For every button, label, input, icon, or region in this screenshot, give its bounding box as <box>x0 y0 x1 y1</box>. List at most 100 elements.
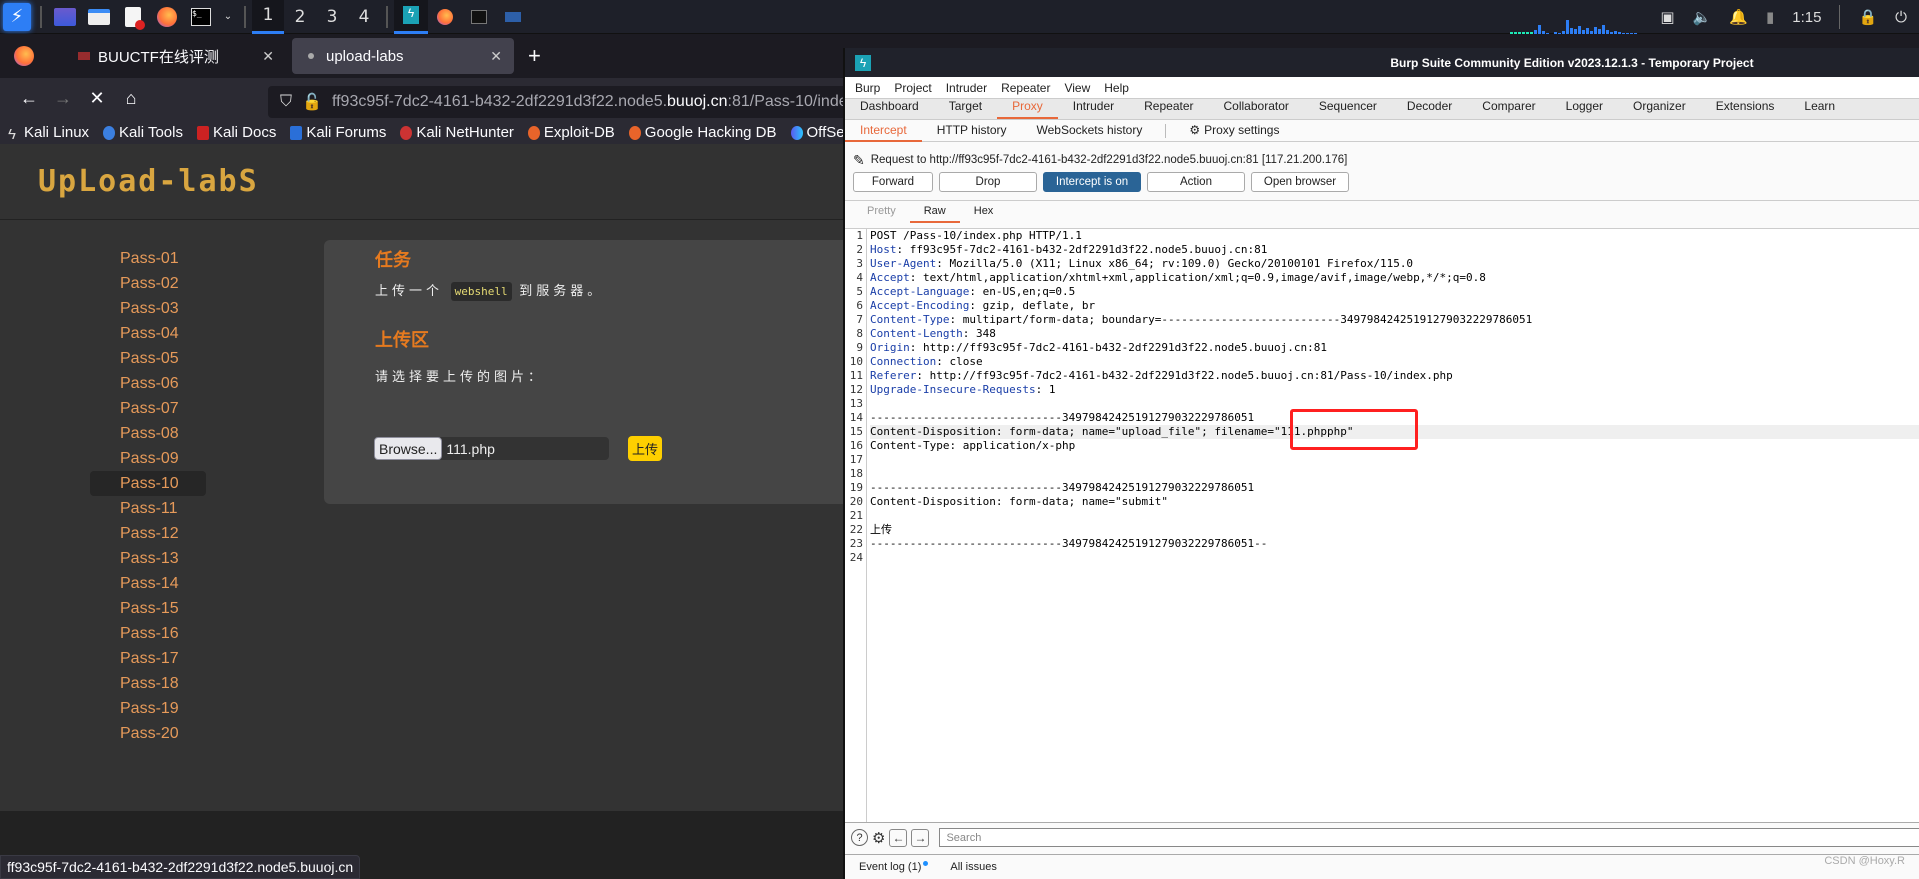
settings-gear-icon[interactable]: ⚙ <box>872 829 885 847</box>
bookmark-kali-docs[interactable]: Kali Docs <box>196 124 276 141</box>
forward-button[interactable]: Forward <box>853 172 933 192</box>
tab-repeater[interactable]: Repeater <box>1129 98 1208 119</box>
sidebar-item-pass-17[interactable]: Pass-17 <box>90 646 206 671</box>
open-browser-button[interactable]: Open browser <box>1251 172 1349 192</box>
menu-repeater[interactable]: Repeater <box>1001 81 1050 95</box>
stop-loading-button[interactable]: ✕ <box>80 83 114 113</box>
terminal-icon[interactable]: $_ <box>187 3 215 31</box>
workspace-4[interactable]: 4 <box>348 0 380 34</box>
help-icon[interactable]: ? <box>851 829 868 846</box>
sidebar-item-pass-16[interactable]: Pass-16 <box>90 621 206 646</box>
back-button[interactable]: ← <box>12 83 46 113</box>
bookmark-offsec[interactable]: OffSec <box>790 124 845 141</box>
proxy-settings-button[interactable]: ⚙ Proxy settings <box>1174 120 1294 142</box>
tab-organizer[interactable]: Organizer <box>1618 98 1701 119</box>
bookmark-kali-linux[interactable]: ϟ Kali Linux <box>8 124 89 143</box>
menu-view[interactable]: View <box>1064 81 1090 95</box>
battery-icon[interactable]: ▮ <box>1766 8 1774 26</box>
tab-comparer[interactable]: Comparer <box>1467 98 1550 119</box>
sidebar-item-pass-8[interactable]: Pass-08 <box>90 421 206 446</box>
menu-help[interactable]: Help <box>1104 81 1129 95</box>
sidebar-item-pass-11[interactable]: Pass-11 <box>90 496 206 521</box>
tab-extensions[interactable]: Extensions <box>1701 98 1790 119</box>
sidebar-item-pass-14[interactable]: Pass-14 <box>90 571 206 596</box>
all-issues-link[interactable]: All issues <box>950 861 996 873</box>
sidebar-item-pass-5[interactable]: Pass-05 <box>90 346 206 371</box>
tab-collaborator[interactable]: Collaborator <box>1209 98 1304 119</box>
sidebar-item-pass-20[interactable]: Pass-20 <box>90 721 206 746</box>
bookmark-exploit-db[interactable]: Exploit-DB <box>527 124 615 141</box>
lock-icon[interactable]: 🔒 <box>1858 8 1877 26</box>
text-editor-icon[interactable] <box>119 3 147 31</box>
network-icon[interactable]: ▣ <box>1660 8 1674 26</box>
clock[interactable]: 1:15 <box>1792 9 1821 26</box>
editor-tab-pretty[interactable]: Pretty <box>853 201 910 223</box>
workspace-2[interactable]: 2 <box>284 0 316 34</box>
new-tab-button[interactable]: + <box>528 43 541 69</box>
sidebar-item-pass-2[interactable]: Pass-02 <box>90 271 206 296</box>
editor-tab-hex[interactable]: Hex <box>960 201 1008 223</box>
sidebar-item-pass-19[interactable]: Pass-19 <box>90 696 206 721</box>
event-log-link[interactable]: Event log (1) <box>859 861 929 873</box>
drop-button[interactable]: Drop <box>939 172 1037 192</box>
subtab-intercept[interactable]: Intercept <box>845 120 922 142</box>
sidebar-item-pass-15[interactable]: Pass-15 <box>90 596 206 621</box>
workspace-3[interactable]: 3 <box>316 0 348 34</box>
tab-sequencer[interactable]: Sequencer <box>1304 98 1392 119</box>
sidebar-item-pass-1[interactable]: Pass-01 <box>90 246 206 271</box>
firefox-icon[interactable] <box>153 3 181 31</box>
action-button[interactable]: Action <box>1147 172 1245 192</box>
close-tab-icon[interactable]: ✕ <box>262 48 274 65</box>
home-button[interactable]: ⌂ <box>114 83 148 113</box>
bookmark-kali-nethunter[interactable]: Kali NetHunter <box>400 124 514 141</box>
workspace-1[interactable]: 1 <box>252 0 284 34</box>
subtab-http-history[interactable]: HTTP history <box>922 120 1022 142</box>
tab-target[interactable]: Target <box>934 98 997 119</box>
sidebar-item-pass-7[interactable]: Pass-07 <box>90 396 206 421</box>
editor-tab-raw[interactable]: Raw <box>909 201 960 223</box>
menu-intruder[interactable]: Intruder <box>946 81 987 95</box>
volume-icon[interactable]: 🔈 <box>1693 8 1712 26</box>
file-input[interactable]: Browse... 111.php <box>374 437 609 460</box>
sidebar-item-pass-13[interactable]: Pass-13 <box>90 546 206 571</box>
terminal-window-button[interactable] <box>462 0 496 34</box>
notification-bell-icon[interactable]: 🔔 <box>1729 8 1748 26</box>
sidebar-item-pass-18[interactable]: Pass-18 <box>90 671 206 696</box>
next-match-button[interactable]: → <box>911 828 930 847</box>
request-editor[interactable]: 1 2 3 4 5 6 7 8 9 10 11 12 13 14 15 16 17 18 19 20 21 22 23 24 … <box>845 228 1919 823</box>
firefox-window-button[interactable] <box>428 0 462 34</box>
file-manager-icon[interactable] <box>85 3 113 31</box>
firefox-menu-icon[interactable] <box>14 46 34 66</box>
sidebar-item-pass-10[interactable]: Pass-10 <box>90 471 206 496</box>
shield-icon[interactable]: ⛉ <box>280 93 292 111</box>
menu-burp[interactable]: Burp <box>855 81 880 95</box>
sidebar-item-pass-12[interactable]: Pass-12 <box>90 521 206 546</box>
insecure-lock-icon[interactable]: 🔓 <box>302 92 322 112</box>
search-input[interactable]: Search <box>939 828 1919 847</box>
browse-button[interactable]: Browse... <box>374 437 443 460</box>
bookmark-google-hacking-db[interactable]: Google Hacking DB <box>628 124 777 141</box>
tab-decoder[interactable]: Decoder <box>1392 98 1467 119</box>
sidebar-item-pass-3[interactable]: Pass-03 <box>90 296 206 321</box>
tab-intruder[interactable]: Intruder <box>1058 98 1129 119</box>
previous-match-button[interactable]: ← <box>889 828 908 847</box>
forward-button[interactable]: → <box>46 83 80 113</box>
power-icon[interactable]: ⏻ <box>1895 9 1907 26</box>
sidebar-item-pass-4[interactable]: Pass-04 <box>90 321 206 346</box>
intercept-toggle-button[interactable]: Intercept is on <box>1043 172 1141 192</box>
subtab-websockets-history[interactable]: WebSockets history <box>1022 120 1158 142</box>
pencil-icon[interactable]: ✎ <box>853 152 865 169</box>
tab-upload-labs[interactable]: upload-labs ✕ <box>292 38 514 74</box>
chevron-down-icon[interactable]: ⌄ <box>221 3 235 31</box>
sidebar-item-pass-6[interactable]: Pass-06 <box>90 371 206 396</box>
burp-window-button[interactable]: ϟ <box>394 0 428 34</box>
show-desktop-icon[interactable] <box>51 3 79 31</box>
tab-buuctf[interactable]: BUUCTF在线评测 ✕ <box>66 38 286 74</box>
bookmark-kali-tools[interactable]: Kali Tools <box>103 124 183 141</box>
tab-learn[interactable]: Learn <box>1789 98 1850 119</box>
kali-menu-icon[interactable]: ⚡ <box>3 2 31 31</box>
tab-dashboard[interactable]: Dashboard <box>845 98 934 119</box>
tab-logger[interactable]: Logger <box>1551 98 1618 119</box>
url-bar[interactable]: ⛉ 🔓 ff93c95f-7dc2-4161-b432-2df2291d3f22… <box>268 86 868 118</box>
upload-labs-logo[interactable]: UpLoad-labS <box>38 164 259 199</box>
